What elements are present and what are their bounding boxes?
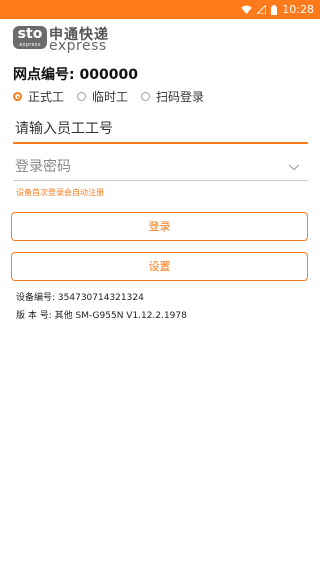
- battery-icon: [271, 4, 278, 15]
- version-number: 版 本 号: 其他 SM-G955N V1.12.2.1978: [16, 308, 187, 321]
- radio-temporary-employee[interactable]: 临时工: [77, 88, 128, 105]
- device-value: 354730714321324: [57, 293, 144, 303]
- settings-button[interactable]: 设置: [11, 252, 308, 281]
- signal-icon: [257, 5, 267, 14]
- radio-label: 正式工: [28, 90, 65, 104]
- radio-label: 临时工: [92, 90, 129, 104]
- device-number: 设备编号: 354730714321324: [16, 290, 144, 303]
- password-input[interactable]: 登录密码: [13, 150, 308, 181]
- radio-scan-login[interactable]: 扫码登录: [141, 88, 204, 105]
- logo-name-en: express: [49, 38, 107, 54]
- branch-label: 网点编号:: [13, 67, 75, 83]
- version-label: 版 本 号:: [16, 311, 52, 321]
- branch-number: 网点编号: 000000: [13, 64, 138, 84]
- employee-id-input[interactable]: 请输入员工工号: [13, 112, 308, 144]
- sto-express-logo: sto express 申通快递 express: [13, 25, 113, 55]
- auto-register-hint: 设备首次登录会自动注册: [16, 188, 104, 197]
- chevron-down-icon[interactable]: [288, 159, 300, 175]
- radio-unselected-icon: [141, 92, 151, 101]
- radio-selected-icon: [13, 92, 22, 101]
- password-placeholder: 登录密码: [15, 159, 71, 175]
- version-value: 其他 SM-G955N V1.12.2.1978: [54, 311, 187, 321]
- login-type-group: 正式工 临时工 扫码登录: [13, 88, 217, 105]
- logo-mark: sto express: [13, 26, 47, 49]
- radio-unselected-icon: [77, 92, 87, 101]
- device-label: 设备编号:: [16, 293, 56, 303]
- employee-id-placeholder: 请输入员工工号: [15, 121, 113, 137]
- radio-formal-employee[interactable]: 正式工: [13, 88, 64, 105]
- status-time: 10:28: [282, 3, 314, 16]
- login-button[interactable]: 登录: [11, 212, 308, 241]
- status-bar: 10:28: [0, 0, 320, 19]
- branch-value: 000000: [79, 67, 138, 83]
- wifi-icon: [241, 5, 253, 14]
- radio-label: 扫码登录: [156, 90, 205, 104]
